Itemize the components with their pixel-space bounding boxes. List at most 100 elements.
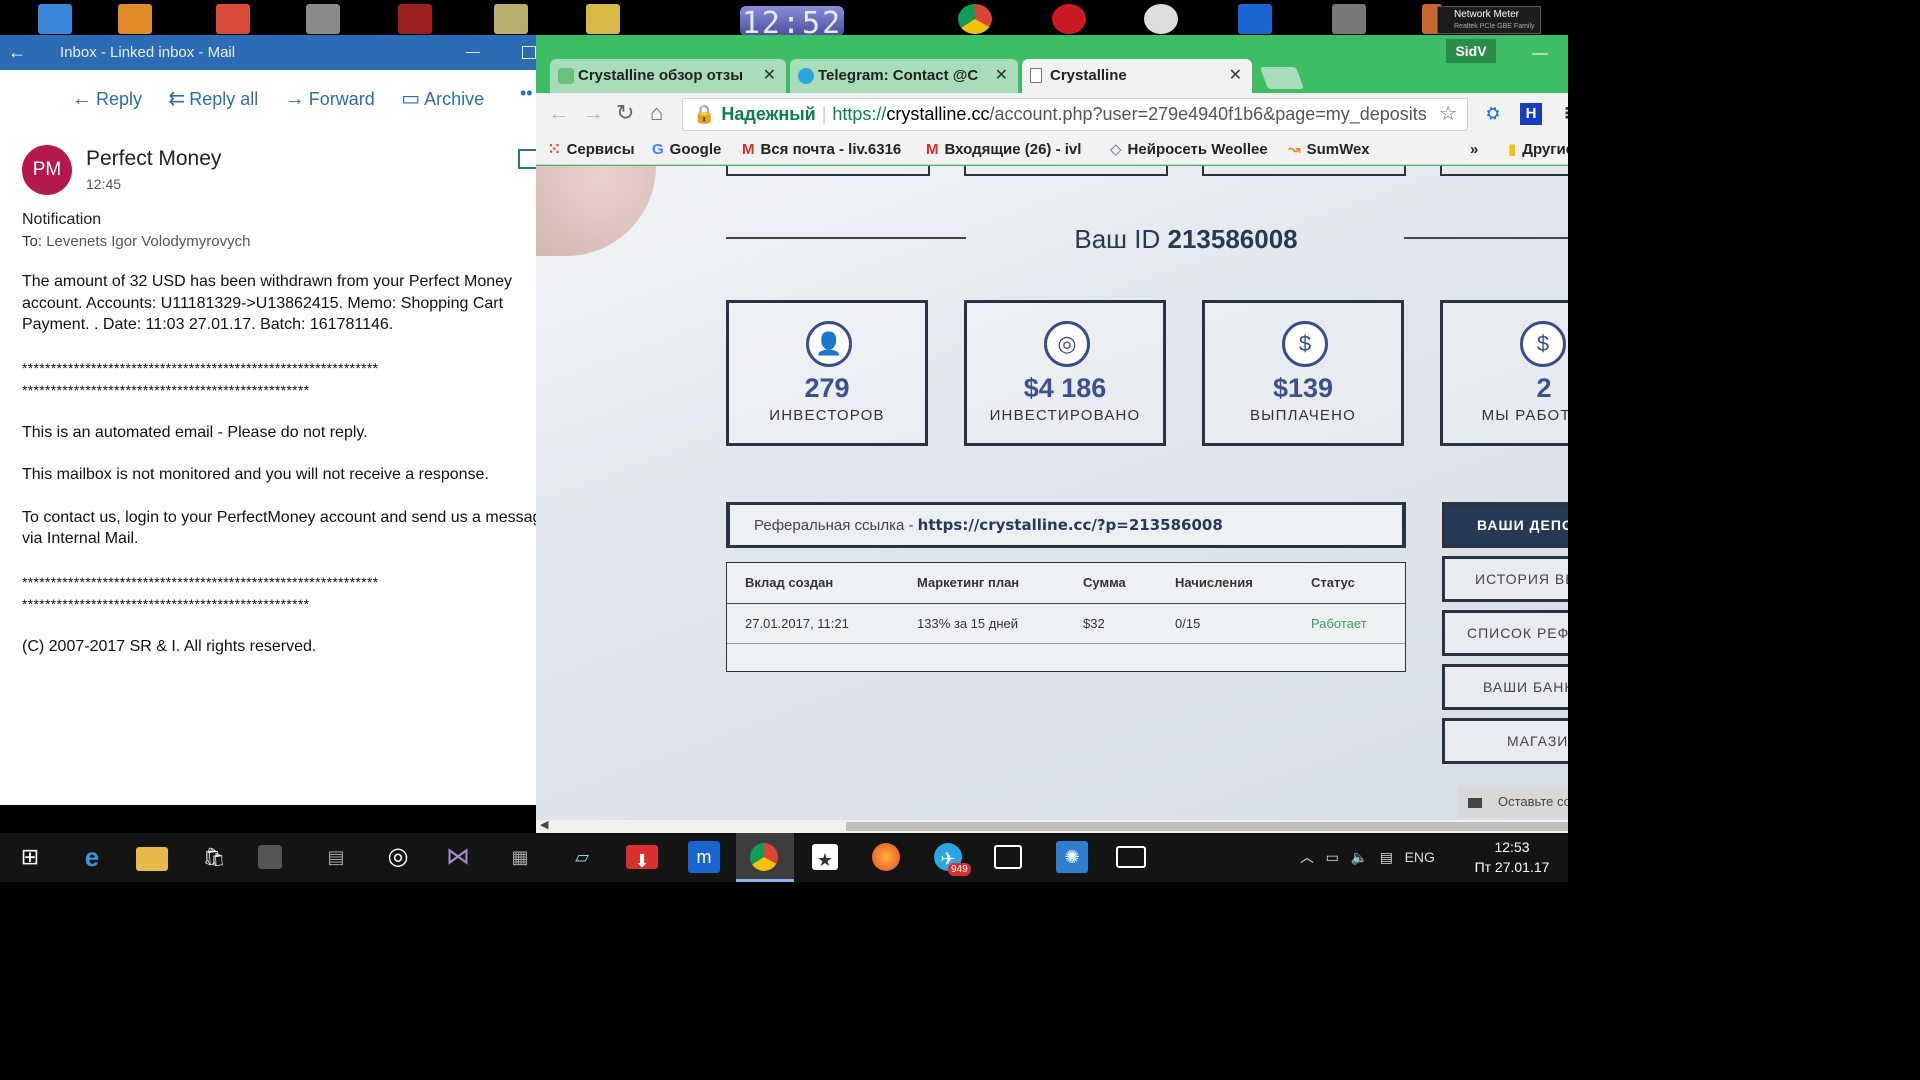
bookmark-other[interactable]: ▮ Другие bbox=[1508, 140, 1568, 160]
notepad-icon[interactable]: ▱ bbox=[566, 841, 598, 873]
calculator-icon[interactable]: ▦ bbox=[504, 841, 536, 873]
desktop-icon-opera-dev[interactable] bbox=[1144, 4, 1178, 34]
minimize-button[interactable]: — bbox=[466, 43, 480, 59]
desktop-icon-opera[interactable] bbox=[1052, 4, 1086, 34]
divider-line bbox=[726, 237, 966, 239]
extension-icon[interactable]: ⋮ bbox=[1556, 103, 1569, 125]
desktop-icon-maxthon[interactable] bbox=[1238, 4, 1272, 34]
maxthon-icon[interactable]: m bbox=[688, 841, 720, 873]
firefox-icon[interactable] bbox=[872, 843, 900, 871]
forward-button[interactable]: → Forward bbox=[285, 87, 375, 111]
taskbar-clock[interactable]: 12:53 Пт 27.01.17 bbox=[1462, 837, 1562, 877]
forward-arrow-icon: → bbox=[284, 88, 305, 110]
network-icon[interactable]: ▭ bbox=[1326, 849, 1339, 865]
archive-label: Archive bbox=[424, 89, 485, 109]
language-indicator[interactable]: ENG bbox=[1405, 849, 1435, 865]
bookmark-label: Google bbox=[669, 141, 722, 158]
scroll-left-icon[interactable]: ◀ bbox=[540, 818, 548, 831]
menu-shop[interactable]: МАГАЗИН bbox=[1442, 718, 1568, 764]
bookmark-weollee[interactable]: ◇ Нейросеть Weollee bbox=[1110, 140, 1268, 160]
google-icon: G bbox=[652, 141, 664, 158]
sender-name: Perfect Money bbox=[86, 147, 222, 170]
tab-telegram[interactable]: Telegram: Contact @Crystalline ✕ bbox=[790, 59, 1018, 93]
close-tab-icon[interactable]: ✕ bbox=[995, 59, 1008, 93]
leave-message-label: Оставьте сообщение bbox=[1498, 794, 1568, 809]
more-options-icon[interactable]: •• bbox=[520, 83, 533, 104]
tab-crystalline[interactable]: Crystalline ✕ bbox=[1022, 59, 1252, 93]
your-id-value: 213586008 bbox=[1167, 224, 1298, 254]
extension-icon[interactable]: ⛭ bbox=[1482, 103, 1504, 125]
menu-payout-history[interactable]: ИСТОРИЯ ВЫПЛАТ bbox=[1442, 556, 1568, 602]
desktop-icon-chrome[interactable] bbox=[958, 4, 992, 34]
desktop-icon-1[interactable] bbox=[38, 4, 72, 34]
mail-app-icon[interactable] bbox=[1116, 846, 1146, 868]
table-cell: 133% за 15 дней bbox=[899, 603, 1065, 644]
reload-icon[interactable]: ↻ bbox=[616, 101, 634, 125]
archive-button[interactable]: ▭ Archive bbox=[401, 87, 484, 111]
scrollbar-thumb[interactable] bbox=[846, 822, 1568, 831]
edge-icon[interactable]: e bbox=[76, 841, 108, 873]
back-icon[interactable]: ← bbox=[548, 101, 570, 125]
action-center-icon[interactable]: ▤ bbox=[1380, 849, 1393, 865]
bookmark-gmail-all[interactable]: M Вся почта - liv.6316 bbox=[742, 140, 912, 160]
bookmark-app-icon[interactable]: ★ bbox=[812, 844, 838, 870]
sumwex-icon: ↝ bbox=[1288, 141, 1301, 158]
address-bar[interactable]: 🔒 Надежный | https://crystalline.cc/account… bbox=[682, 98, 1468, 131]
tab-label: Crystalline bbox=[1050, 67, 1127, 84]
close-tab-icon[interactable]: ✕ bbox=[763, 59, 776, 93]
menu-referral-list[interactable]: СПИСОК РЕФЕРАЛОВ bbox=[1442, 610, 1568, 656]
horizontal-scrollbar[interactable]: ◀ bbox=[536, 818, 1568, 833]
maximize-button[interactable] bbox=[522, 46, 536, 59]
menu-your-deposits[interactable]: ВАШИ ДЕПОЗИТЫ bbox=[1442, 502, 1568, 548]
column-header: Вклад создан bbox=[727, 563, 899, 604]
network-app-icon[interactable]: ▤ bbox=[320, 841, 352, 873]
camera-app-icon[interactable]: ◎ bbox=[382, 841, 414, 873]
chevron-up-icon[interactable]: ︿ bbox=[1300, 849, 1314, 865]
volume-icon[interactable]: 🔈 bbox=[1351, 849, 1368, 865]
file-explorer-icon[interactable] bbox=[136, 847, 168, 871]
tab-crystalline-review[interactable]: Crystalline обзор отзывы ✕ bbox=[550, 59, 786, 93]
visual-studio-icon[interactable]: ⋈ bbox=[442, 841, 474, 873]
mail-window-title: Inbox - Linked inbox - Mail bbox=[60, 44, 236, 61]
reply-button[interactable]: ← Reply bbox=[72, 87, 142, 111]
home-icon[interactable]: ⌂ bbox=[650, 101, 663, 125]
extension-h-icon[interactable]: H bbox=[1520, 103, 1542, 125]
desktop-icon-3[interactable] bbox=[216, 4, 250, 34]
desktop-icon-winrar[interactable] bbox=[398, 4, 432, 34]
minimize-button[interactable]: — bbox=[1532, 45, 1548, 63]
bookmark-google[interactable]: G Google bbox=[652, 140, 721, 160]
leave-message-widget[interactable]: Оставьте сообщение bbox=[1458, 787, 1568, 817]
download-manager-icon[interactable]: ⬇ bbox=[626, 845, 658, 871]
your-id-label: Ваш ID bbox=[1074, 224, 1161, 254]
referral-link[interactable]: https://crystalline.cc/?p=213586008 bbox=[918, 516, 1223, 534]
bookmarks-overflow[interactable]: » bbox=[1470, 140, 1478, 160]
bookmark-apps[interactable]: ⁙ Сервисы bbox=[548, 140, 635, 160]
desktop-icon-11[interactable] bbox=[1332, 4, 1366, 34]
menu-your-banners[interactable]: ВАШИ БАННЕРЫ bbox=[1442, 664, 1568, 710]
start-windows-icon[interactable]: ⊞ bbox=[14, 841, 46, 873]
to-label: To: bbox=[22, 233, 43, 250]
store-icon[interactable]: 🛍 bbox=[198, 841, 230, 873]
close-tab-icon[interactable]: ✕ bbox=[1229, 59, 1242, 93]
bookmark-gmail-inbox[interactable]: M Входящие (26) - ivl bbox=[926, 140, 1092, 160]
chrome-taskbar-icon[interactable] bbox=[750, 843, 778, 871]
open-new-window-icon[interactable] bbox=[518, 149, 536, 169]
desktop-icon-folder[interactable] bbox=[586, 4, 620, 34]
bookmark-sumwex[interactable]: ↝ SumWex bbox=[1288, 140, 1370, 160]
new-tab-button[interactable] bbox=[1259, 67, 1305, 89]
frame-edge bbox=[964, 166, 1168, 176]
desktop-icon-6[interactable] bbox=[494, 4, 528, 34]
desktop-icon-butterfly[interactable] bbox=[118, 4, 152, 34]
profile-button[interactable]: SidV bbox=[1446, 39, 1496, 63]
back-arrow-icon[interactable]: ← bbox=[8, 42, 26, 62]
desktop-icon-4[interactable] bbox=[306, 4, 340, 34]
mail-bottom-strip bbox=[0, 805, 536, 833]
forward-icon[interactable]: → bbox=[582, 101, 604, 125]
bookmark-star-icon[interactable]: ☆ bbox=[1439, 99, 1457, 130]
hand-money-icon: $ bbox=[1520, 321, 1566, 367]
photos-icon[interactable] bbox=[994, 845, 1022, 869]
recipient-name[interactable]: Levenets Igor Volodymyrovych bbox=[46, 233, 250, 250]
app-icon[interactable] bbox=[258, 845, 282, 869]
reply-all-button[interactable]: ⇇ Reply all bbox=[168, 87, 258, 111]
bug-app-icon[interactable]: ✺ bbox=[1056, 841, 1088, 873]
